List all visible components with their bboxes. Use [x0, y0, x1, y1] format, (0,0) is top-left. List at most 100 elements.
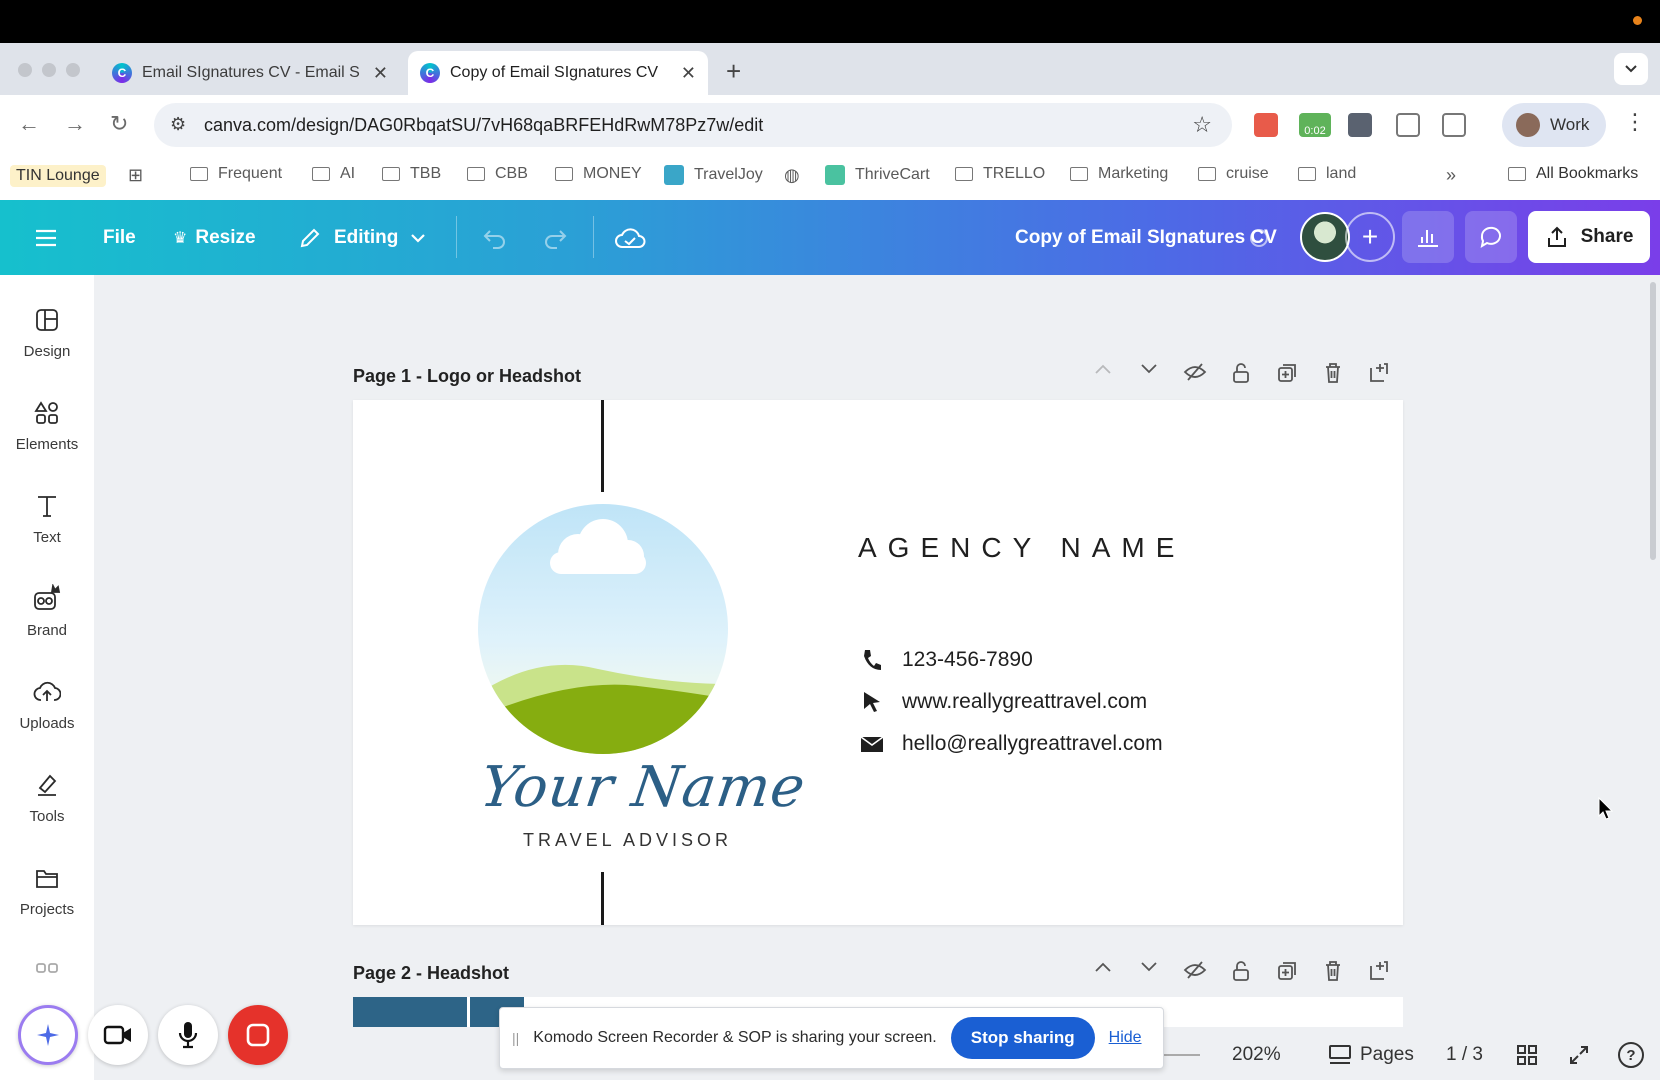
window-minimize-dot[interactable] — [42, 63, 56, 77]
tab-copy-email-signatures[interactable]: C Copy of Email SIgnatures CV ✕ — [408, 51, 708, 95]
close-tab-icon[interactable]: ✕ — [681, 63, 696, 84]
top-divider-line[interactable] — [601, 400, 604, 492]
all-bookmarks-folder[interactable]: All Bookmarks — [1508, 165, 1638, 183]
window-zoom-dot[interactable] — [66, 63, 80, 77]
tab-email-signatures[interactable]: C Email SIgnatures CV - Email S ✕ — [100, 51, 400, 95]
email-row[interactable]: hello@reallygreattravel.com — [858, 732, 1163, 756]
move-page-down-icon[interactable] — [1126, 362, 1172, 384]
extension-dots-icon[interactable] — [1348, 113, 1372, 137]
agency-name-text[interactable]: AGENCY NAME — [858, 532, 1185, 564]
hide-page-icon[interactable] — [1172, 362, 1218, 384]
sidebar-item-text[interactable]: Text — [0, 491, 94, 546]
forward-arrow-icon[interactable]: → — [64, 111, 86, 137]
sidebar-item-tools[interactable]: Tools — [0, 770, 94, 825]
hide-banner-link[interactable]: Hide — [1109, 1029, 1142, 1047]
page-1-canvas[interactable]: Your Name TRAVEL ADVISOR AGENCY NAME 123… — [353, 400, 1403, 925]
sidebar-item-projects[interactable]: Projects — [0, 863, 94, 918]
page-1-title[interactable]: Page 1 - Logo or Headshot — [353, 366, 581, 387]
extensions-puzzle-icon[interactable] — [1442, 113, 1466, 137]
help-button[interactable]: ? — [1618, 1030, 1644, 1080]
tab-search-button[interactable] — [1614, 53, 1648, 85]
duplicate-page-icon[interactable] — [1264, 960, 1310, 982]
reload-icon[interactable]: ↻ — [110, 111, 128, 137]
sidebar-item-elements[interactable]: Elements — [0, 398, 94, 453]
profile-button[interactable]: Work — [1502, 103, 1606, 147]
lock-page-icon[interactable] — [1218, 362, 1264, 384]
browser-menu-icon[interactable]: ⋮ — [1624, 109, 1646, 135]
bookmark-folder-cbb[interactable]: CBB — [467, 165, 528, 183]
redo-button[interactable] — [542, 200, 568, 275]
magic-sparkle-button[interactable] — [18, 1005, 78, 1065]
bookmark-star-icon[interactable]: ☆ — [1192, 112, 1212, 138]
globe-icon[interactable]: ◍ — [784, 165, 800, 186]
insights-button[interactable] — [1402, 211, 1454, 263]
drag-handle-icon[interactable]: || — [512, 1030, 519, 1046]
url-field[interactable]: ⚙ canva.com/design/DAG0RbqatSU/7vH68qaBR… — [154, 103, 1232, 147]
page-2-blue-block[interactable] — [353, 997, 467, 1027]
cloud-save-status[interactable] — [614, 200, 646, 275]
hide-page-icon[interactable] — [1172, 960, 1218, 982]
invite-collaborator-button[interactable]: + — [1345, 212, 1395, 262]
main-menu-button[interactable] — [34, 200, 58, 275]
new-tab-button[interactable]: + — [726, 56, 741, 87]
fullscreen-icon[interactable] — [1568, 1030, 1590, 1080]
bookmark-traveljoy[interactable]: TravelJoy — [664, 165, 763, 185]
bookmark-folder-marketing[interactable]: Marketing — [1070, 165, 1168, 183]
bookmark-folder-frequent[interactable]: Frequent — [190, 165, 282, 183]
sidebar-item-brand[interactable]: Brand — [0, 584, 94, 639]
move-page-up-icon[interactable] — [1080, 960, 1126, 982]
sidebar-item-design[interactable]: Design — [0, 305, 94, 360]
extension-calendar-icon[interactable] — [1254, 113, 1278, 137]
comments-button[interactable] — [1465, 211, 1517, 263]
resize-button[interactable]: ♛ Resize — [173, 200, 256, 275]
lock-page-icon[interactable] — [1218, 960, 1264, 982]
stop-sharing-button[interactable]: Stop sharing — [950, 1017, 1095, 1059]
collaborator-avatar[interactable] — [1300, 212, 1350, 262]
delete-page-icon[interactable] — [1310, 362, 1356, 384]
sidebar-item-uploads[interactable]: Uploads — [0, 677, 94, 732]
extension-feather-icon[interactable] — [1396, 113, 1420, 137]
bottom-divider-line[interactable] — [601, 872, 604, 925]
back-arrow-icon[interactable]: ← — [18, 111, 40, 137]
extension-timer-icon[interactable]: 0:02 — [1299, 113, 1331, 137]
bookmark-thrivecart[interactable]: ThriveCart — [825, 165, 930, 185]
delete-page-icon[interactable] — [1310, 960, 1356, 982]
grid-view-icon[interactable] — [1516, 1030, 1538, 1080]
undo-button[interactable] — [482, 200, 508, 275]
page-counter[interactable]: 1 / 3 — [1446, 1030, 1483, 1080]
zoom-level[interactable]: 202% — [1232, 1030, 1281, 1080]
signature-name[interactable]: Your Name — [476, 755, 809, 820]
close-tab-icon[interactable]: ✕ — [373, 63, 388, 84]
job-title-text[interactable]: TRAVEL ADVISOR — [523, 830, 732, 851]
add-page-icon[interactable] — [1356, 960, 1402, 982]
camera-toggle-button[interactable] — [88, 1005, 148, 1065]
window-close-dot[interactable] — [18, 63, 32, 77]
move-page-up-icon[interactable] — [1080, 362, 1126, 384]
document-title[interactable]: Copy of Email SIgnatures CV — [1015, 200, 1277, 275]
page-2-title[interactable]: Page 2 - Headshot — [353, 963, 509, 984]
bookmark-folder-tbb[interactable]: TBB — [382, 165, 441, 183]
canvas-scrollbar[interactable] — [1650, 282, 1656, 560]
zoom-slider-track[interactable] — [1160, 1030, 1200, 1080]
apps-grid-icon[interactable]: ⊞ — [128, 165, 143, 186]
landscape-logo-image[interactable] — [478, 504, 728, 754]
add-page-icon[interactable] — [1356, 362, 1402, 384]
bookmark-folder-money[interactable]: MONEY — [555, 165, 642, 183]
bookmark-tin-lounge[interactable]: TIN Lounge — [10, 165, 106, 187]
editing-mode-button[interactable]: Editing — [298, 200, 426, 275]
site-settings-icon[interactable]: ⚙ — [170, 114, 186, 135]
sidebar-item-apps[interactable] — [0, 955, 94, 993]
bookmark-folder-ai[interactable]: AI — [312, 165, 355, 183]
move-page-down-icon[interactable] — [1126, 960, 1172, 982]
website-row[interactable]: www.reallygreattravel.com — [858, 690, 1147, 714]
duplicate-page-icon[interactable] — [1264, 362, 1310, 384]
bookmark-folder-cruise[interactable]: cruise — [1198, 165, 1269, 183]
stop-recording-button[interactable] — [228, 1005, 288, 1065]
microphone-toggle-button[interactable] — [158, 1005, 218, 1065]
phone-row[interactable]: 123-456-7890 — [858, 648, 1033, 672]
bookmark-folder-trello[interactable]: TRELLO — [955, 165, 1045, 183]
pages-button[interactable]: Pages — [1328, 1030, 1414, 1080]
bookmark-folder-land[interactable]: land — [1298, 165, 1356, 183]
bookmarks-overflow-icon[interactable]: » — [1446, 165, 1456, 186]
file-menu-button[interactable]: File — [103, 200, 136, 275]
